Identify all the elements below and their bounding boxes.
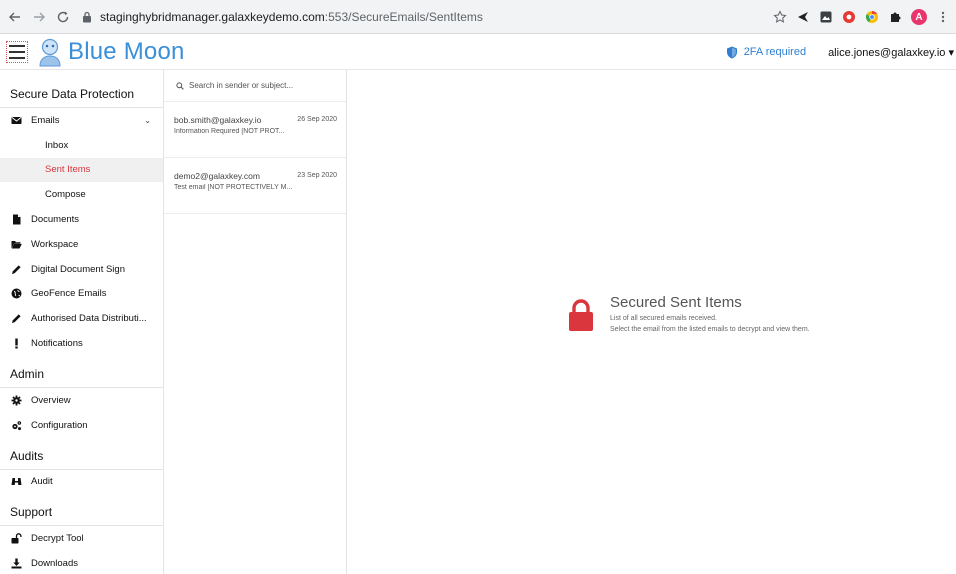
- extensions-bar: A: [773, 0, 950, 34]
- section-title-support: Support: [0, 494, 163, 527]
- email-date: 23 Sep 2020: [297, 172, 337, 179]
- sidebar-item-label: Audit: [31, 476, 53, 488]
- gear-icon: [10, 394, 22, 406]
- email-date: 26 Sep 2020: [297, 116, 337, 123]
- sidebar-item-label: GeoFence Emails: [31, 288, 107, 300]
- image-extension-icon[interactable]: [819, 10, 833, 24]
- padlock-icon: [569, 299, 593, 331]
- twofa-label: 2FA required: [743, 46, 807, 58]
- sidebar-item-audit[interactable]: Audit: [0, 470, 163, 495]
- shield-icon: [726, 46, 737, 58]
- binoculars-icon: [10, 476, 22, 488]
- sidebar-item-geofence-emails[interactable]: GeoFence Emails: [0, 282, 163, 307]
- sidebar-item-label: Sent Items: [45, 164, 91, 176]
- pencil-icon: [10, 313, 22, 325]
- empty-state: Secured Sent Items List of all secured e…: [568, 294, 810, 333]
- email-subject: Information Required [NOT PROT...: [174, 128, 285, 135]
- header-right: 2FA required alice.jones@galaxkey.io ▾: [726, 34, 956, 70]
- sidebar-item-authorised-data-distribution[interactable]: Authorised Data Distributi...: [0, 306, 163, 331]
- brand-logo[interactable]: Blue Moon: [36, 37, 185, 67]
- sidebar-item-decrypt-tool[interactable]: Decrypt Tool: [0, 526, 163, 551]
- hamburger-menu-icon[interactable]: [6, 40, 28, 63]
- exclamation-icon: [10, 338, 22, 350]
- email-subject: Test email [NOT PROTECTIVELY M...: [174, 184, 293, 191]
- email-list-item[interactable]: bob.smith@galaxkey.io 26 Sep 2020 Inform…: [164, 102, 346, 158]
- email-sender: demo2@galaxkey.com: [174, 171, 260, 181]
- search-placeholder: Search in sender or subject...: [189, 81, 294, 90]
- address-bar[interactable]: staginghybridmanager.galaxkeydemo.com:55…: [82, 5, 483, 29]
- sidebar-item-documents[interactable]: Documents: [0, 207, 163, 232]
- pencil-icon: [10, 263, 22, 275]
- twofa-link[interactable]: 2FA required: [726, 46, 806, 59]
- record-extension-icon[interactable]: [842, 10, 856, 24]
- globe-icon: [10, 288, 22, 300]
- star-icon[interactable]: [773, 10, 787, 24]
- sidebar-item-label: Compose: [45, 189, 86, 201]
- search-input[interactable]: Search in sender or subject...: [164, 70, 346, 102]
- url-host: staginghybridmanager.galaxkeydemo.com: [100, 9, 325, 24]
- url-path: :553/SecureEmails/SentItems: [324, 9, 483, 24]
- section-title-secure-data-protection: Secure Data Protection: [0, 70, 163, 108]
- sidebar-item-overview[interactable]: Overview: [0, 388, 163, 413]
- download-icon: [10, 558, 22, 570]
- empty-state-line-1: List of all secured emails received.: [610, 315, 717, 322]
- forward-arrow-icon[interactable]: [30, 8, 48, 26]
- sidebar-item-digital-document-sign[interactable]: Digital Document Sign: [0, 257, 163, 282]
- envelope-icon: [10, 114, 22, 126]
- empty-state-title: Secured Sent Items: [610, 294, 742, 311]
- section-title-admin: Admin: [0, 356, 163, 388]
- sidebar-item-label: Inbox: [45, 139, 69, 151]
- gears-icon: [10, 419, 22, 431]
- brand-name: Blue Moon: [68, 37, 185, 65]
- email-list-panel: Search in sender or subject... bob.smith…: [164, 70, 347, 574]
- sidebar-item-notifications[interactable]: Notifications: [0, 331, 163, 356]
- sidebar-item-label: Downloads: [31, 558, 78, 570]
- lock-icon: [83, 11, 91, 22]
- sidebar: Secure Data Protection Emails ⌄ Inbox Se…: [0, 70, 164, 574]
- puzzle-icon[interactable]: [888, 10, 902, 24]
- send-extension-icon[interactable]: [796, 10, 810, 24]
- sidebar-item-inbox[interactable]: Inbox: [0, 133, 163, 158]
- email-list-item[interactable]: demo2@galaxkey.com 23 Sep 2020 Test emai…: [164, 158, 346, 214]
- sidebar-item-label: Documents: [31, 214, 80, 226]
- empty-state-line-2: Select the email from the listed emails …: [610, 326, 810, 333]
- sidebar-item-label: Decrypt Tool: [31, 533, 84, 545]
- sidebar-item-workspace[interactable]: Workspace: [0, 232, 163, 257]
- logo-icon: [39, 38, 61, 66]
- section-title-audits: Audits: [0, 438, 163, 470]
- sidebar-item-compose[interactable]: Compose: [0, 182, 163, 207]
- sidebar-item-emails[interactable]: Emails ⌄: [0, 108, 163, 133]
- chevron-down-icon[interactable]: ⌄: [144, 116, 151, 125]
- sidebar-item-label: Digital Document Sign: [31, 263, 125, 275]
- sidebar-item-sent-items[interactable]: Sent Items: [0, 157, 163, 183]
- sidebar-item-downloads[interactable]: Downloads: [0, 551, 163, 574]
- sidebar-item-label: Workspace: [31, 238, 79, 250]
- sidebar-item-label: Notifications: [31, 338, 83, 350]
- email-sender: bob.smith@galaxkey.io: [174, 115, 262, 125]
- app-header: Blue Moon 2FA required alice.jones@galax…: [0, 34, 956, 70]
- sidebar-item-label: Emails: [31, 114, 60, 126]
- profile-avatar[interactable]: A: [911, 9, 927, 25]
- chrome-extension-icon[interactable]: [865, 10, 879, 24]
- sidebar-item-configuration[interactable]: Configuration: [0, 413, 163, 438]
- user-menu[interactable]: alice.jones@galaxkey.io ▾: [828, 46, 954, 59]
- email-view-panel: Secured Sent Items List of all secured e…: [348, 70, 956, 574]
- browser-toolbar: staginghybridmanager.galaxkeydemo.com:55…: [0, 0, 956, 34]
- search-icon: [176, 81, 184, 90]
- more-vert-icon[interactable]: [936, 10, 950, 24]
- folder-open-icon: [10, 238, 22, 250]
- sidebar-item-label: Authorised Data Distributi...: [31, 313, 147, 325]
- sidebar-item-label: Overview: [31, 394, 71, 406]
- sidebar-item-label: Configuration: [31, 419, 88, 431]
- reload-icon[interactable]: [54, 8, 72, 26]
- back-arrow-icon[interactable]: [6, 8, 24, 26]
- unlock-icon: [10, 533, 22, 545]
- document-icon: [10, 214, 22, 226]
